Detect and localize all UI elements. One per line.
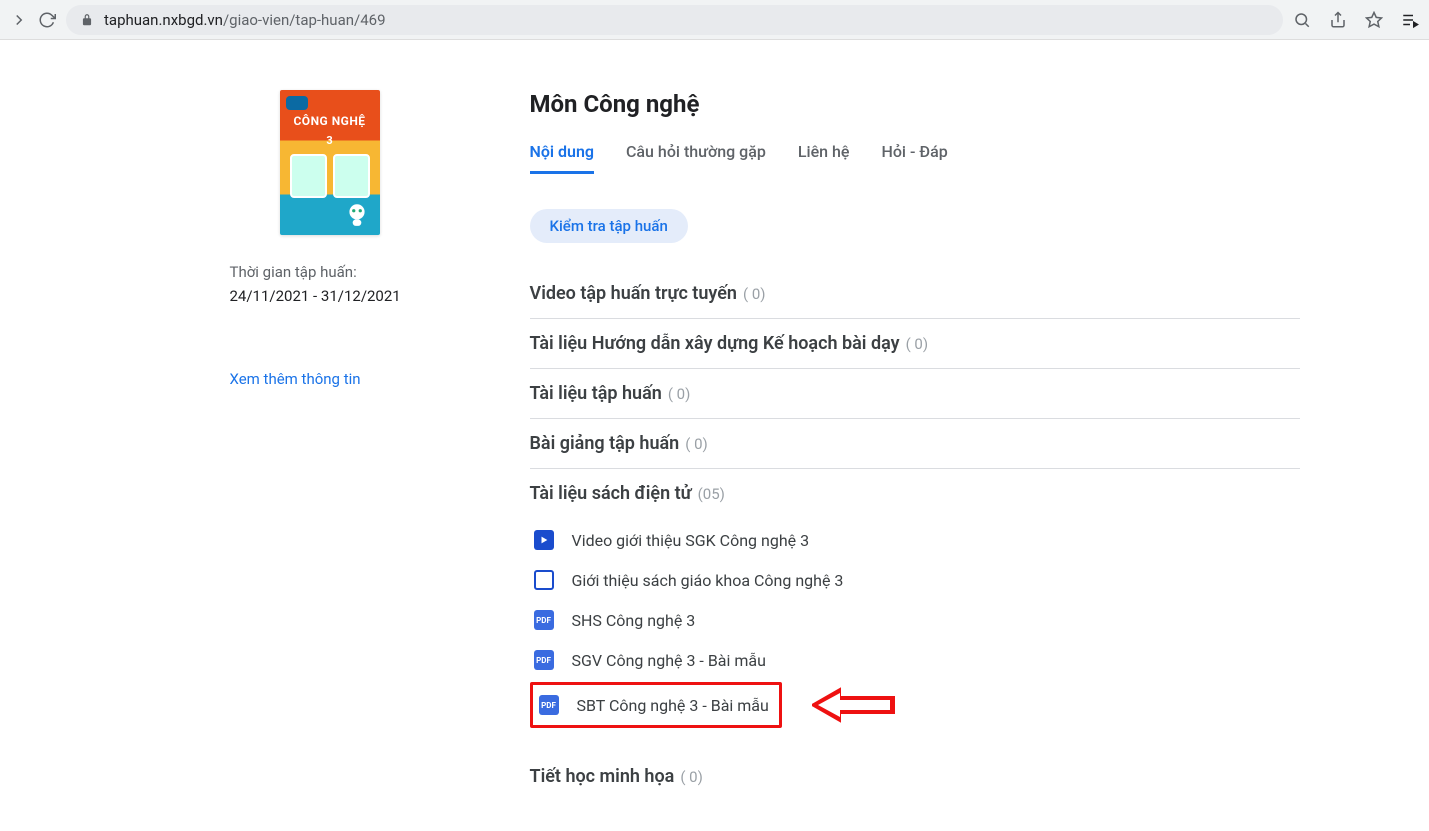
section-count: ( 0) [743,285,766,303]
more-info-link[interactable]: Xem thêm thông tin [230,370,430,388]
section-title: Tài liệu sách điện tử [530,483,692,504]
doc-item-slide[interactable]: Giới thiệu sách giáo khoa Công nghệ 3 [530,560,1300,600]
robot-icon [344,199,370,229]
section-training-docs[interactable]: Tài liệu tập huấn ( 0) [530,369,1300,419]
section-count: ( 0) [685,435,708,453]
reload-icon[interactable] [38,11,56,29]
tab-contact[interactable]: Liên hệ [798,142,850,174]
section-ebooks: Tài liệu sách điện tử (05) Video giới th… [530,469,1300,748]
doc-item-video[interactable]: Video giới thiệu SGK Công nghệ 3 [530,520,1300,560]
doc-label: SBT Công nghệ 3 - Bài mẫu [577,696,769,715]
main-content: Môn Công nghệ Nội dung Câu hỏi thường gặ… [530,90,1300,801]
browser-actions [1293,11,1419,29]
doc-label: Video giới thiệu SGK Công nghệ 3 [572,531,810,550]
pdf-icon: PDF [534,650,554,670]
tabs: Nội dung Câu hỏi thường gặp Liên hệ Hỏi … [530,142,1300,175]
sidebar: CÔNG NGHỆ 3 Thời gian tập huấn: 24/11/20… [230,90,430,801]
section-lectures[interactable]: Bài giảng tập huấn ( 0) [530,419,1300,469]
lock-icon [80,13,94,27]
url-path: /giao-vien/tap-huan/469 [223,11,386,29]
page-title: Môn Công nghệ [530,90,1300,118]
section-title: Tiết học minh họa [530,766,675,787]
address-bar[interactable]: taphuan.nxbgd.vn/giao-vien/tap-huan/469 [66,5,1283,35]
star-icon[interactable] [1365,11,1383,29]
section-title: Bài giảng tập huấn [530,433,680,454]
zoom-icon[interactable] [1293,11,1311,29]
tab-content[interactable]: Nội dung [530,142,594,174]
doc-item-pdf-highlighted[interactable]: PDF SBT Công nghệ 3 - Bài mẫu [535,689,773,721]
url-domain: taphuan.nxbgd.vn [104,11,223,29]
browser-toolbar: taphuan.nxbgd.vn/giao-vien/tap-huan/469 [0,0,1429,40]
tab-faq[interactable]: Câu hỏi thường gặp [626,142,766,174]
section-demo-lesson[interactable]: Tiết học minh họa ( 0) [530,748,1300,801]
pdf-icon: PDF [534,610,554,630]
section-title: Tài liệu tập huấn [530,383,662,404]
arrow-annotation-icon [812,685,902,729]
section-title: Tài liệu Hướng dẫn xây dựng Kế hoạch bài… [530,333,900,354]
section-count: ( 0) [668,385,691,403]
section-count: ( 0) [680,768,703,786]
pdf-icon: PDF [539,695,559,715]
training-dates: 24/11/2021 - 31/12/2021 [230,287,430,305]
highlight-annotation: PDF SBT Công nghệ 3 - Bài mẫu [530,682,782,728]
share-icon[interactable] [1329,11,1347,29]
doc-item-pdf[interactable]: PDF SGV Công nghệ 3 - Bài mẫu [530,640,1300,680]
section-count: ( 0) [906,335,929,353]
section-video[interactable]: Video tập huấn trực tuyến ( 0) [530,269,1300,319]
playlist-icon[interactable] [1401,11,1419,29]
book-grade: 3 [280,134,380,147]
section-title: Video tập huấn trực tuyến [530,283,737,304]
play-icon [534,530,554,550]
section-guide[interactable]: Tài liệu Hướng dẫn xây dựng Kế hoạch bài… [530,319,1300,369]
section-count: (05) [698,485,725,503]
doc-label: SHS Công nghệ 3 [572,611,696,630]
book-cover: CÔNG NGHỆ 3 [280,90,380,235]
slide-icon [534,570,554,590]
tab-qa[interactable]: Hỏi - Đáp [881,142,947,174]
doc-item-pdf[interactable]: PDF SHS Công nghệ 3 [530,600,1300,640]
training-time-label: Thời gian tập huấn: [230,263,430,281]
book-title: CÔNG NGHỆ [280,114,380,128]
doc-label: Giới thiệu sách giáo khoa Công nghệ 3 [572,571,844,590]
forward-icon[interactable] [10,11,28,29]
quiz-button[interactable]: Kiểm tra tập huấn [530,209,688,243]
doc-label: SGV Công nghệ 3 - Bài mẫu [572,651,766,670]
